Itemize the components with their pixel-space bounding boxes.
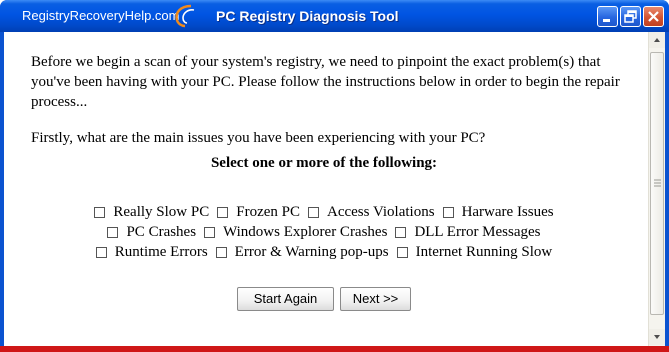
scroll-thumb[interactable] bbox=[650, 52, 664, 315]
checkbox[interactable] bbox=[107, 226, 119, 238]
swirl-logo-icon bbox=[175, 4, 195, 28]
client-area: Before we begin a scan of your system's … bbox=[4, 32, 665, 346]
scroll-down-button[interactable] bbox=[649, 329, 665, 345]
window-bottom-border bbox=[0, 346, 669, 352]
option-label: Internet Running Slow bbox=[415, 244, 553, 260]
close-button[interactable] bbox=[643, 6, 664, 27]
checkbox[interactable] bbox=[395, 226, 407, 238]
option-label: Runtime Errors bbox=[114, 244, 208, 260]
app-window: RegistryRecoveryHelp.com PC Registry Dia… bbox=[0, 0, 669, 352]
option-error-warning-popups[interactable]: Error & Warning pop-ups bbox=[215, 242, 389, 262]
option-dll-error-messages[interactable]: DLL Error Messages bbox=[395, 222, 541, 242]
checkbox[interactable] bbox=[442, 206, 454, 218]
close-icon bbox=[648, 11, 659, 22]
option-label: Frozen PC bbox=[236, 204, 300, 220]
next-button[interactable]: Next >> bbox=[340, 287, 411, 311]
vertical-scrollbar[interactable] bbox=[648, 32, 665, 346]
options-row-2: PC Crashes Windows Explorer Crashes DLL … bbox=[4, 222, 644, 242]
checkbox[interactable] bbox=[204, 226, 216, 238]
grip-icon bbox=[654, 179, 661, 187]
option-label: Really Slow PC bbox=[113, 204, 210, 220]
option-harware-issues[interactable]: Harware Issues bbox=[442, 202, 554, 222]
brand-name: RegistryRecoveryHelp.com bbox=[22, 8, 180, 23]
button-bar: Start Again Next >> bbox=[4, 287, 644, 311]
option-windows-explorer-crashes[interactable]: Windows Explorer Crashes bbox=[204, 222, 387, 242]
start-again-button[interactable]: Start Again bbox=[237, 287, 334, 311]
title-bar[interactable]: RegistryRecoveryHelp.com PC Registry Dia… bbox=[0, 0, 669, 32]
question-text: Firstly, what are the main issues you ha… bbox=[31, 130, 486, 146]
option-label: Harware Issues bbox=[461, 204, 554, 220]
intro-text: Before we begin a scan of your system's … bbox=[31, 54, 620, 110]
option-runtime-errors[interactable]: Runtime Errors bbox=[95, 242, 208, 262]
window-title: PC Registry Diagnosis Tool bbox=[216, 8, 399, 24]
checkbox[interactable] bbox=[95, 246, 107, 258]
checkbox[interactable] bbox=[308, 206, 319, 218]
option-label: Error & Warning pop-ups bbox=[234, 244, 389, 260]
minimize-icon bbox=[603, 19, 610, 22]
options-row-3: Runtime Errors Error & Warning pop-ups I… bbox=[4, 242, 644, 262]
maximize-button[interactable] bbox=[620, 6, 641, 27]
option-pc-crashes[interactable]: PC Crashes bbox=[107, 222, 196, 242]
option-label: DLL Error Messages bbox=[414, 224, 541, 240]
options-row-1: Really Slow PC Frozen PC Access Violatio… bbox=[4, 202, 644, 222]
checkbox[interactable] bbox=[94, 206, 106, 218]
option-access-violations[interactable]: Access Violations bbox=[308, 202, 435, 222]
content-pane: Before we begin a scan of your system's … bbox=[4, 32, 644, 346]
option-label: PC Crashes bbox=[126, 224, 197, 240]
option-internet-running-slow[interactable]: Internet Running Slow bbox=[396, 242, 553, 262]
maximize-icon bbox=[624, 10, 637, 23]
checkbox[interactable] bbox=[215, 246, 227, 258]
option-label: Windows Explorer Crashes bbox=[223, 224, 388, 240]
minimize-button[interactable] bbox=[597, 6, 618, 27]
select-heading: Select one or more of the following: bbox=[210, 155, 438, 171]
scroll-up-button[interactable] bbox=[649, 32, 665, 48]
arrow-down-icon bbox=[654, 335, 660, 339]
arrow-up-icon bbox=[654, 38, 660, 42]
option-frozen-pc[interactable]: Frozen PC bbox=[217, 202, 300, 222]
checkbox[interactable] bbox=[217, 206, 229, 218]
checkbox[interactable] bbox=[396, 246, 408, 258]
option-really-slow-pc[interactable]: Really Slow PC bbox=[94, 202, 209, 222]
option-label: Access Violations bbox=[327, 204, 435, 220]
